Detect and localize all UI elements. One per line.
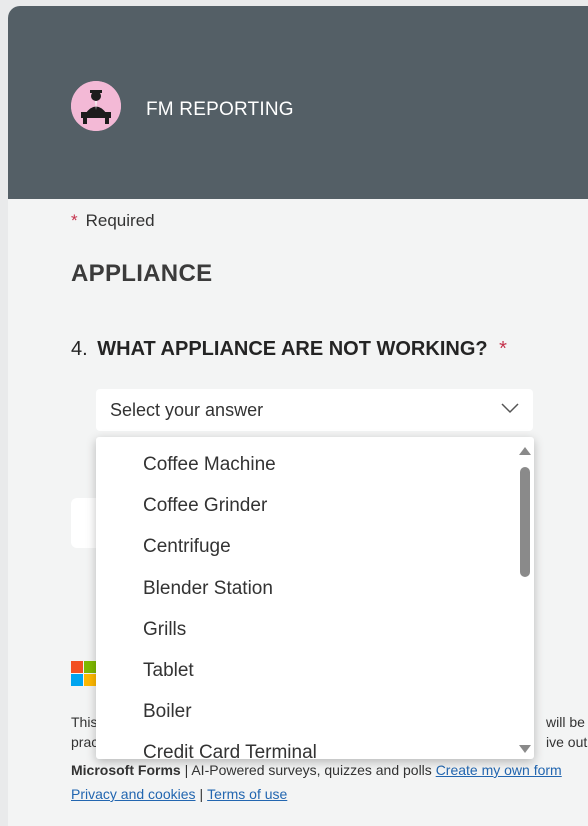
question-required-star: *	[499, 338, 507, 360]
required-note: * Required	[71, 211, 155, 231]
required-label: Required	[85, 211, 155, 230]
disclaimer-line-2-start: prac	[71, 734, 99, 750]
scroll-down-arrow-icon[interactable]	[519, 745, 531, 753]
form-brand-title: FM REPORTING	[146, 99, 294, 120]
dropdown-option[interactable]: Coffee Grinder	[143, 495, 267, 517]
section-title: APPLIANCE	[71, 260, 213, 287]
question-number: 4.	[71, 338, 88, 360]
dropdown-option[interactable]: Tablet	[143, 660, 194, 682]
question-4: 4. WHAT APPLIANCE ARE NOT WORKING? *	[71, 338, 507, 361]
disclaimer-line-2-end: ive out y	[546, 734, 588, 750]
dropdown-option[interactable]: Credit Card Terminal	[143, 742, 317, 759]
form-header: FM REPORTING	[8, 6, 588, 199]
product-tagline: AI-Powered surveys, quizzes and polls	[191, 762, 432, 778]
chevron-down-icon	[501, 403, 519, 414]
create-form-link[interactable]: Create my own form	[436, 762, 562, 778]
scrollbar-thumb[interactable]	[520, 467, 530, 577]
footer-separator: |	[184, 762, 189, 778]
avatar-logo-icon	[71, 81, 121, 131]
disclaimer-line-1-end: will be s	[546, 714, 588, 730]
dropdown-option[interactable]: Boiler	[143, 701, 192, 723]
footer-product-line: Microsoft Forms | AI-Powered surveys, qu…	[71, 762, 562, 778]
dropdown-scrollbar[interactable]	[516, 437, 534, 759]
product-name: Microsoft Forms	[71, 762, 181, 778]
microsoft-logo-icon	[71, 661, 97, 687]
scroll-up-arrow-icon[interactable]	[519, 447, 531, 455]
dropdown-option[interactable]: Blender Station	[143, 578, 273, 600]
terms-link[interactable]: Terms of use	[207, 786, 287, 802]
answer-select[interactable]: Select your answer	[96, 389, 533, 431]
disclaimer-line-1-start: This	[71, 714, 98, 730]
required-star: *	[71, 211, 78, 230]
footer-links-separator: |	[199, 786, 204, 802]
privacy-link[interactable]: Privacy and cookies	[71, 786, 196, 802]
dropdown-option[interactable]: Centrifuge	[143, 536, 231, 558]
question-text: WHAT APPLIANCE ARE NOT WORKING?	[97, 338, 488, 360]
answer-dropdown-list[interactable]: Coffee Machine Coffee Grinder Centrifuge…	[96, 437, 534, 759]
select-value: Select your answer	[110, 400, 264, 420]
dropdown-option[interactable]: Coffee Machine	[143, 454, 276, 476]
avatar-logo	[71, 81, 121, 131]
dropdown-option[interactable]: Grills	[143, 619, 186, 641]
footer-links: Privacy and cookies | Terms of use	[71, 786, 287, 802]
form-page: FM REPORTING * Required APPLIANCE 4. WHAT…	[8, 6, 588, 826]
